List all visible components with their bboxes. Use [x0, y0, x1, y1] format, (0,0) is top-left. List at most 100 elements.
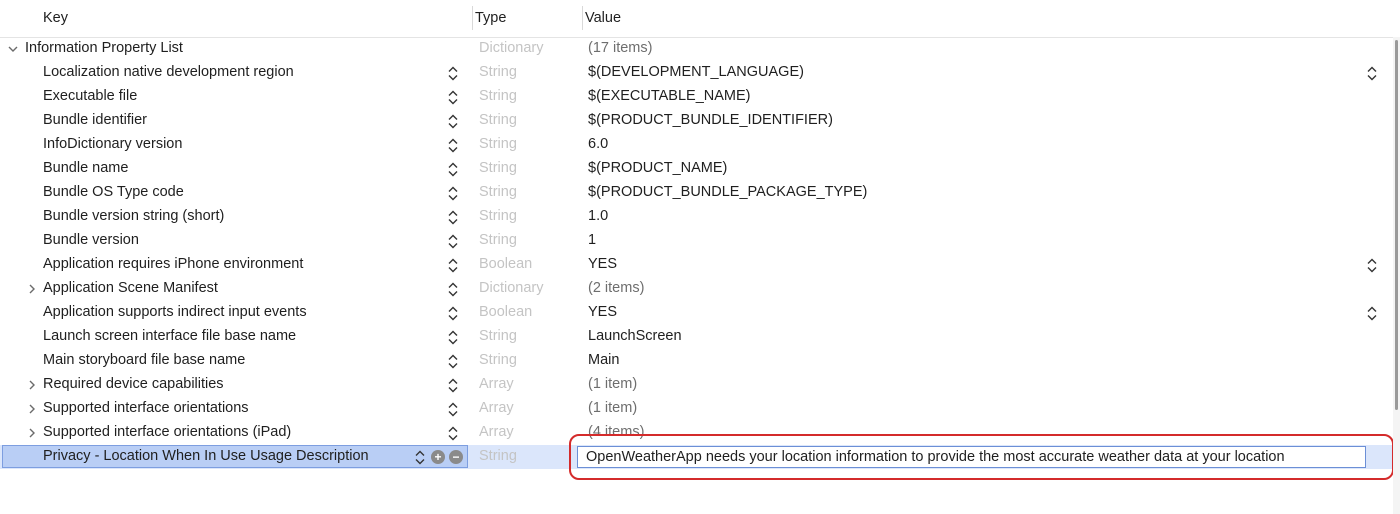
row-type: Array — [479, 400, 514, 416]
row-type: Dictionary — [479, 280, 544, 296]
row-type: Array — [479, 424, 514, 440]
key-stepper-icon[interactable] — [414, 450, 426, 465]
column-header-type[interactable]: Type — [475, 10, 506, 26]
table-row[interactable]: Bundle name String $(PRODUCT_NAME) — [0, 157, 1400, 181]
row-value[interactable]: $(EXECUTABLE_NAME) — [588, 88, 751, 104]
table-row-selected[interactable]: Privacy - Location When In Use Usage Des… — [0, 445, 1400, 469]
table-row[interactable]: Bundle identifier String $(PRODUCT_BUNDL… — [0, 109, 1400, 133]
row-key: Required device capabilities — [43, 376, 224, 392]
row-key: Bundle OS Type code — [43, 184, 184, 200]
key-stepper-icon[interactable] — [447, 234, 459, 249]
row-type: String — [479, 208, 517, 224]
row-type: String — [479, 160, 517, 176]
row-key: Bundle identifier — [43, 112, 147, 128]
row-type: String — [479, 112, 517, 128]
value-stepper-icon[interactable] — [1366, 66, 1378, 81]
row-value[interactable]: 1.0 — [588, 208, 608, 224]
row-value[interactable]: $(DEVELOPMENT_LANGUAGE) — [588, 64, 804, 80]
table-row[interactable]: Bundle version string (short) String 1.0 — [0, 205, 1400, 229]
row-key: Bundle version string (short) — [43, 208, 225, 224]
row-type: String — [479, 136, 517, 152]
row-key: Information Property List — [25, 40, 183, 56]
key-stepper-icon[interactable] — [447, 210, 459, 225]
table-row[interactable]: Bundle OS Type code String $(PRODUCT_BUN… — [0, 181, 1400, 205]
row-type: String — [479, 64, 517, 80]
column-header: Key Type Value — [0, 0, 1400, 38]
column-header-value[interactable]: Value — [585, 10, 621, 26]
row-value: (1 item) — [588, 376, 638, 392]
row-key: Launch screen interface file base name — [43, 328, 297, 344]
row-value[interactable]: YES — [588, 304, 617, 320]
key-stepper-icon[interactable] — [447, 378, 459, 393]
table-row[interactable]: Launch screen interface file base name S… — [0, 325, 1400, 349]
table-row[interactable]: Application supports indirect input even… — [0, 301, 1400, 325]
row-value: (4 items) — [588, 424, 645, 440]
column-divider[interactable] — [472, 6, 473, 30]
table-row[interactable]: InfoDictionary version String 6.0 — [0, 133, 1400, 157]
key-stepper-icon[interactable] — [447, 138, 459, 153]
value-edit-field[interactable]: OpenWeatherApp needs your location infor… — [577, 446, 1366, 468]
table-row[interactable]: Main storyboard file base name String Ma… — [0, 349, 1400, 373]
row-key: Main storyboard file base name — [43, 352, 246, 368]
row-value[interactable]: 1 — [588, 232, 596, 248]
table-row[interactable]: Application requires iPhone environment … — [0, 253, 1400, 277]
row-type: Array — [479, 376, 514, 392]
row-value[interactable]: $(PRODUCT_NAME) — [588, 160, 727, 176]
value-stepper-icon[interactable] — [1366, 258, 1378, 273]
row-key: Application supports indirect input even… — [43, 304, 307, 320]
key-stepper-icon[interactable] — [447, 162, 459, 177]
remove-item-icon[interactable]: − — [449, 450, 463, 464]
table-row-root[interactable]: Information Property List Dictionary (17… — [0, 37, 1400, 61]
chevron-down-icon[interactable] — [8, 43, 18, 55]
table-row[interactable]: Bundle version String 1 — [0, 229, 1400, 253]
key-stepper-icon[interactable] — [447, 258, 459, 273]
table-row[interactable]: Required device capabilities Array (1 it… — [0, 373, 1400, 397]
chevron-right-icon[interactable] — [27, 403, 37, 415]
row-value[interactable]: Main — [588, 352, 619, 368]
key-stepper-icon[interactable] — [447, 306, 459, 321]
table-row[interactable]: Application Scene Manifest Dictionary (2… — [0, 277, 1400, 301]
table-row[interactable]: Executable file String $(EXECUTABLE_NAME… — [0, 85, 1400, 109]
key-stepper-icon[interactable] — [447, 186, 459, 201]
column-divider[interactable] — [582, 6, 583, 30]
row-key: Supported interface orientations — [43, 400, 249, 416]
row-key: Bundle version — [43, 232, 139, 248]
chevron-right-icon[interactable] — [27, 379, 37, 391]
row-value[interactable]: YES — [588, 256, 617, 272]
row-type: String — [479, 352, 517, 368]
row-value[interactable]: LaunchScreen — [588, 328, 682, 344]
chevron-right-icon[interactable] — [27, 283, 37, 295]
chevron-right-icon[interactable] — [27, 427, 37, 439]
row-value: (1 item) — [588, 400, 638, 416]
table-row[interactable]: Supported interface orientations (iPad) … — [0, 421, 1400, 445]
key-stepper-icon[interactable] — [447, 354, 459, 369]
key-stepper-icon[interactable] — [447, 330, 459, 345]
row-value: (17 items) — [588, 40, 653, 56]
key-stepper-icon[interactable] — [447, 282, 459, 297]
row-key: Executable file — [43, 88, 138, 104]
key-stepper-icon[interactable] — [447, 114, 459, 129]
key-stepper-icon[interactable] — [447, 66, 459, 81]
row-type: Boolean — [479, 304, 533, 320]
row-value[interactable]: $(PRODUCT_BUNDLE_IDENTIFIER) — [588, 112, 833, 128]
row-key: Localization native development region — [43, 64, 294, 80]
row-value[interactable]: $(PRODUCT_BUNDLE_PACKAGE_TYPE) — [588, 184, 867, 200]
row-key: Application requires iPhone environment — [43, 256, 304, 272]
column-header-key[interactable]: Key — [43, 10, 68, 26]
add-item-icon[interactable]: + — [431, 450, 445, 464]
row-type: Boolean — [479, 256, 533, 272]
row-key[interactable]: Privacy - Location When In Use Usage Des… — [43, 448, 369, 464]
scrollbar-thumb[interactable] — [1395, 40, 1398, 410]
row-type: String — [479, 328, 517, 344]
row-type: String — [479, 88, 517, 104]
key-stepper-icon[interactable] — [447, 402, 459, 417]
table-row[interactable]: Localization native development region S… — [0, 61, 1400, 85]
row-type: Dictionary — [479, 40, 544, 56]
key-stepper-icon[interactable] — [447, 90, 459, 105]
row-type: String — [479, 448, 517, 464]
key-stepper-icon[interactable] — [447, 426, 459, 441]
row-type: String — [479, 232, 517, 248]
value-stepper-icon[interactable] — [1366, 306, 1378, 321]
row-value[interactable]: 6.0 — [588, 136, 608, 152]
table-row[interactable]: Supported interface orientations Array (… — [0, 397, 1400, 421]
